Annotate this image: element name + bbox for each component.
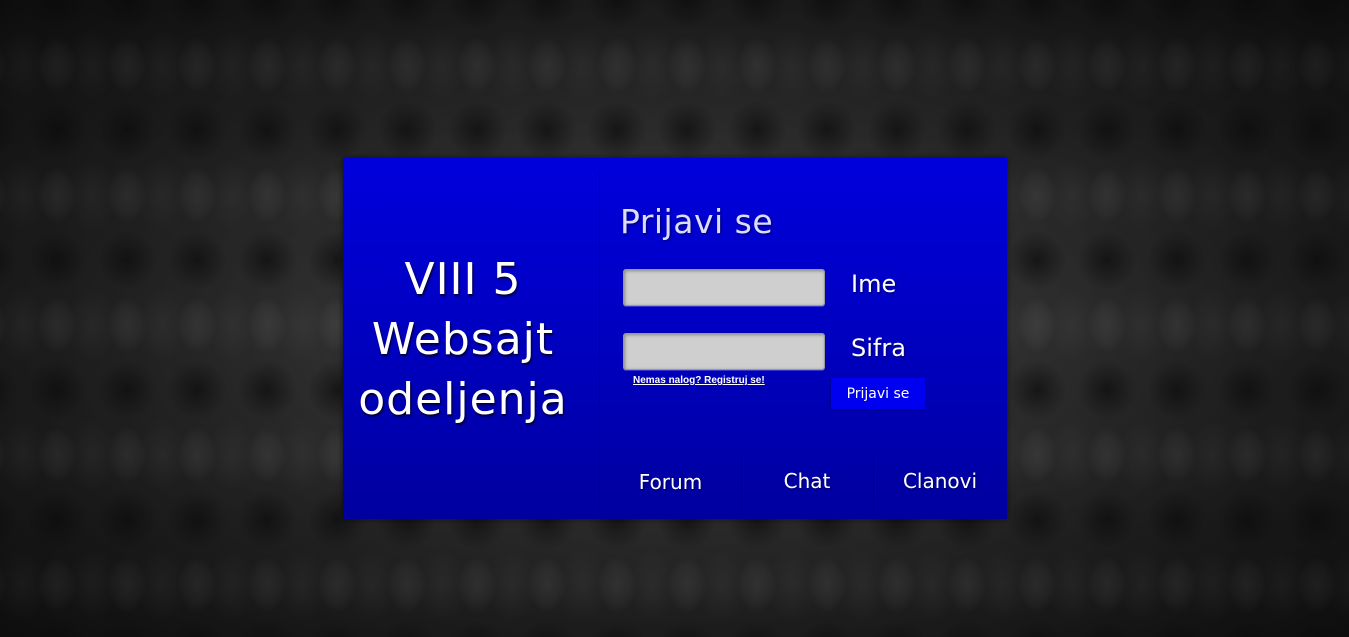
nav-item-forum[interactable]: Forum <box>600 454 741 514</box>
login-title: Prijavi se <box>620 202 774 241</box>
username-input[interactable] <box>623 269 825 306</box>
main-panel: VIII 5 Websajt odeljenja Prijavi se Ime … <box>343 158 1007 519</box>
username-label: Ime <box>851 270 897 298</box>
nav-item-clanovi[interactable]: Clanovi <box>873 454 1007 514</box>
site-title-line: VIII 5 <box>404 254 522 305</box>
register-link[interactable]: Nemas nalog? Registruj se! <box>633 375 765 386</box>
site-title: VIII 5 Websajt odeljenja <box>343 250 583 430</box>
password-label: Sifra <box>851 334 906 362</box>
nav-item-chat[interactable]: Chat <box>741 454 873 514</box>
password-input[interactable] <box>623 333 825 370</box>
site-title-line: Websajt <box>371 314 555 365</box>
site-title-line: odeljenja <box>358 374 568 425</box>
bottom-nav: Forum Chat Clanovi <box>600 454 1007 514</box>
login-button[interactable]: Prijavi se <box>831 378 925 409</box>
